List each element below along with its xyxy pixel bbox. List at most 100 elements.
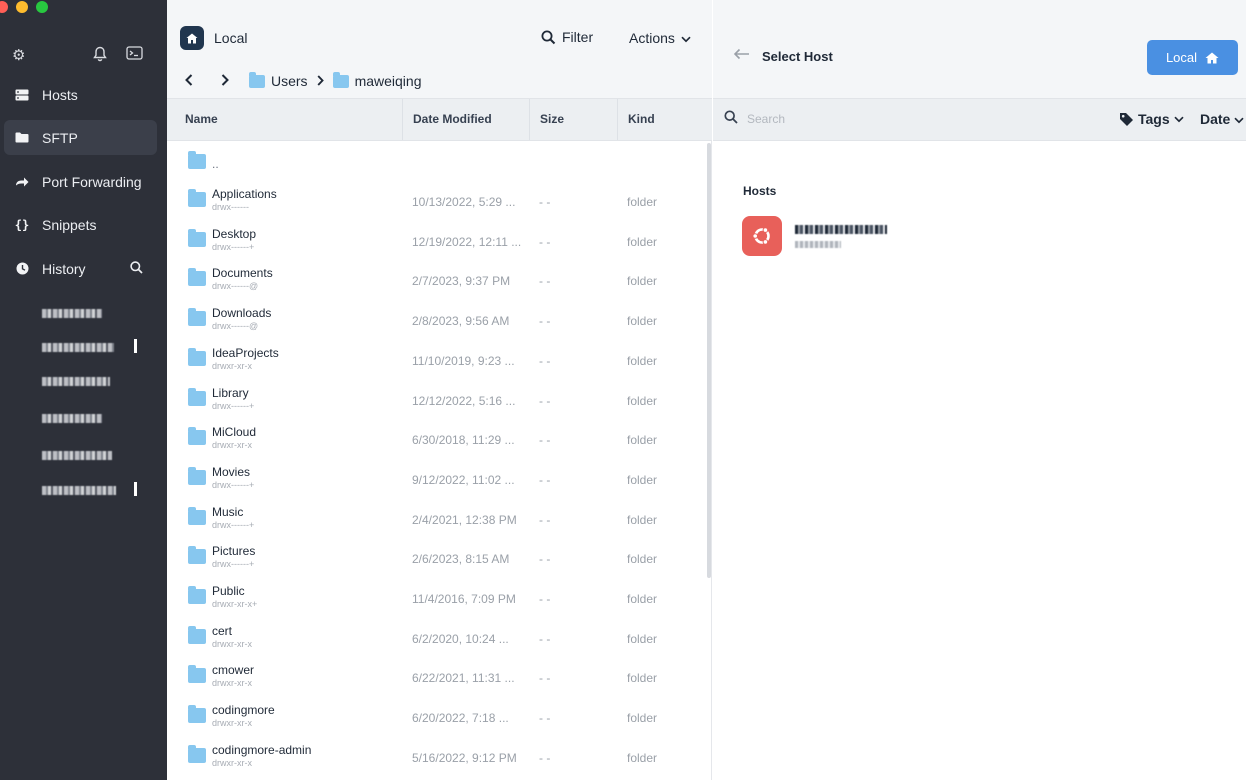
file-kind: folder (627, 472, 658, 487)
file-kind: folder (627, 512, 658, 527)
hosts-icon (13, 89, 31, 101)
file-name: Movies (212, 464, 251, 479)
file-size: - - (539, 750, 551, 765)
history-entry[interactable] (42, 339, 142, 355)
file-kind: folder (627, 353, 658, 368)
host-card[interactable] (742, 216, 942, 256)
folder-icon (188, 268, 206, 287)
filter-button[interactable]: Filter (541, 29, 593, 45)
file-date-modified: 9/12/2022, 11:02 ... (412, 472, 515, 487)
sidebar-item-sftp[interactable]: SFTP (4, 120, 157, 155)
file-permissions: drwxr-xr-x (212, 360, 252, 371)
tags-filter-button[interactable]: Tags (1119, 111, 1184, 127)
bell-icon[interactable] (93, 46, 107, 68)
column-header-size[interactable]: Size (529, 99, 617, 140)
zoom-window-button[interactable] (36, 1, 48, 13)
history-entry[interactable] (42, 482, 142, 498)
file-kind: folder (627, 671, 658, 686)
folder-icon (188, 466, 206, 485)
file-size: - - (539, 353, 551, 368)
file-date-modified: 10/13/2022, 5:29 ... (412, 195, 516, 209)
file-permissions: drwxr-xr-x (212, 718, 252, 729)
chevron-right-icon (317, 73, 324, 89)
folder-icon (188, 308, 206, 327)
column-header-kind[interactable]: Kind (617, 99, 712, 140)
history-search-icon[interactable] (130, 260, 143, 277)
minimize-window-button[interactable] (16, 1, 28, 13)
folder-icon (188, 586, 206, 604)
chevron-down-icon (1174, 116, 1184, 122)
file-permissions: drwxr-xr-x+ (212, 599, 258, 609)
local-button[interactable]: Local (1147, 40, 1238, 75)
port-forward-icon (13, 176, 31, 188)
host-name-redacted (795, 225, 887, 234)
file-size: - - (539, 552, 551, 567)
file-row[interactable]: Movies drwx------+ 9/12/2022, 11:02 ... - -… (167, 459, 707, 499)
file-row[interactable]: cert drwxr-xr-x 6/2/2020, 10:24 ... - - fold… (167, 618, 707, 658)
file-permissions: drwx------+ (212, 519, 255, 530)
file-name: codingmore (212, 703, 275, 718)
history-icon (13, 262, 31, 275)
scrollbar[interactable] (707, 143, 711, 578)
date-sort-button[interactable]: Date (1200, 111, 1244, 127)
history-entry[interactable] (42, 307, 142, 321)
terminal-icon[interactable] (126, 46, 143, 66)
sidebar-item-hosts[interactable]: Hosts (4, 77, 157, 112)
file-kind: folder (627, 393, 658, 408)
history-entry[interactable] (42, 449, 142, 463)
file-size: - - (539, 314, 551, 329)
file-size: - - (539, 393, 551, 408)
file-size: - - (539, 711, 551, 726)
actions-button[interactable]: Actions (629, 30, 691, 46)
file-date-modified: 6/2/2020, 10:24 ... (412, 631, 509, 646)
gear-icon[interactable]: ⚙ (12, 46, 25, 66)
host-search-input[interactable] (747, 110, 1047, 128)
host-pane-header: Select Host Local (713, 0, 1246, 98)
sidebar-item-port-forwarding[interactable]: Port Forwarding (4, 164, 157, 199)
sidebar: ⚙ Hosts SFTP Port Forwarding {} Snippets (0, 0, 167, 780)
file-permissions: drwxr-xr-x (212, 440, 252, 451)
file-row[interactable]: codingmore-admin drwxr-xr-x 5/16/2022, 9:1… (167, 737, 707, 777)
host-select-pane: Select Host Local Tags Date Hosts (713, 0, 1246, 780)
file-kind: folder (627, 711, 658, 726)
breadcrumb-item-users[interactable]: Users (271, 73, 308, 89)
column-header-date[interactable]: Date Modified (402, 99, 529, 140)
file-kind: folder (627, 552, 658, 567)
sidebar-item-snippets[interactable]: {} Snippets (4, 207, 157, 242)
file-size: - - (539, 433, 551, 448)
file-kind: folder (627, 234, 658, 249)
file-kind: folder (627, 195, 658, 209)
ubuntu-logo-icon (742, 216, 782, 256)
file-name: .. (212, 157, 219, 171)
file-row[interactable]: Downloads drwx------@ 2/8/2023, 9:56 AM - -… (167, 300, 707, 340)
column-header-name[interactable]: Name (175, 99, 403, 140)
file-row[interactable]: Applications drwx------ 10/13/2022, 5:29 .… (167, 181, 707, 221)
history-entry[interactable] (42, 375, 142, 389)
file-kind: folder (627, 433, 658, 448)
forward-button[interactable] (221, 73, 249, 90)
tags-label: Tags (1138, 111, 1170, 127)
history-entry[interactable] (42, 412, 142, 426)
file-size: - - (539, 234, 551, 249)
file-row[interactable]: IdeaProjects drwxr-xr-x 11/10/2019, 9:23 .… (167, 340, 707, 380)
back-arrow-icon[interactable] (733, 45, 750, 65)
file-name: cmower (212, 663, 255, 678)
parent-directory-row[interactable]: .. (167, 141, 707, 181)
close-window-button[interactable] (0, 1, 8, 13)
file-name: Applications (212, 187, 277, 201)
breadcrumb-item-maweiqing[interactable]: maweiqing (355, 73, 422, 89)
file-permissions: drwx------+ (212, 559, 255, 570)
home-icon (180, 26, 204, 50)
file-row[interactable]: codingmore drwxr-xr-x 6/20/2022, 7:18 ... -… (167, 697, 707, 737)
file-name: Pictures (212, 544, 256, 559)
file-row[interactable]: Documents drwx------@ 2/7/2023, 9:37 PM - -… (167, 260, 707, 300)
file-row[interactable]: Desktop drwx------+ 12/19/2022, 12:11 ... -… (167, 221, 707, 261)
file-row[interactable]: Library drwx------+ 12/12/2022, 5:16 ... - … (167, 380, 707, 420)
file-row[interactable]: cmower drwxr-xr-x 6/22/2021, 11:31 ... - - f… (167, 657, 707, 697)
sidebar-item-history[interactable]: History (4, 251, 157, 286)
file-row[interactable]: MiCloud drwxr-xr-x 6/30/2018, 11:29 ... - -… (167, 419, 707, 459)
file-row[interactable]: Public drwxr-xr-x+ 11/4/2016, 7:09 PM - - fo… (167, 578, 707, 618)
file-row[interactable]: Pictures drwx------+ 2/6/2023, 8:15 AM - - f… (167, 538, 707, 578)
back-button[interactable] (185, 73, 221, 90)
file-row[interactable]: Music drwx------+ 2/4/2021, 12:38 PM - - fol… (167, 499, 707, 539)
